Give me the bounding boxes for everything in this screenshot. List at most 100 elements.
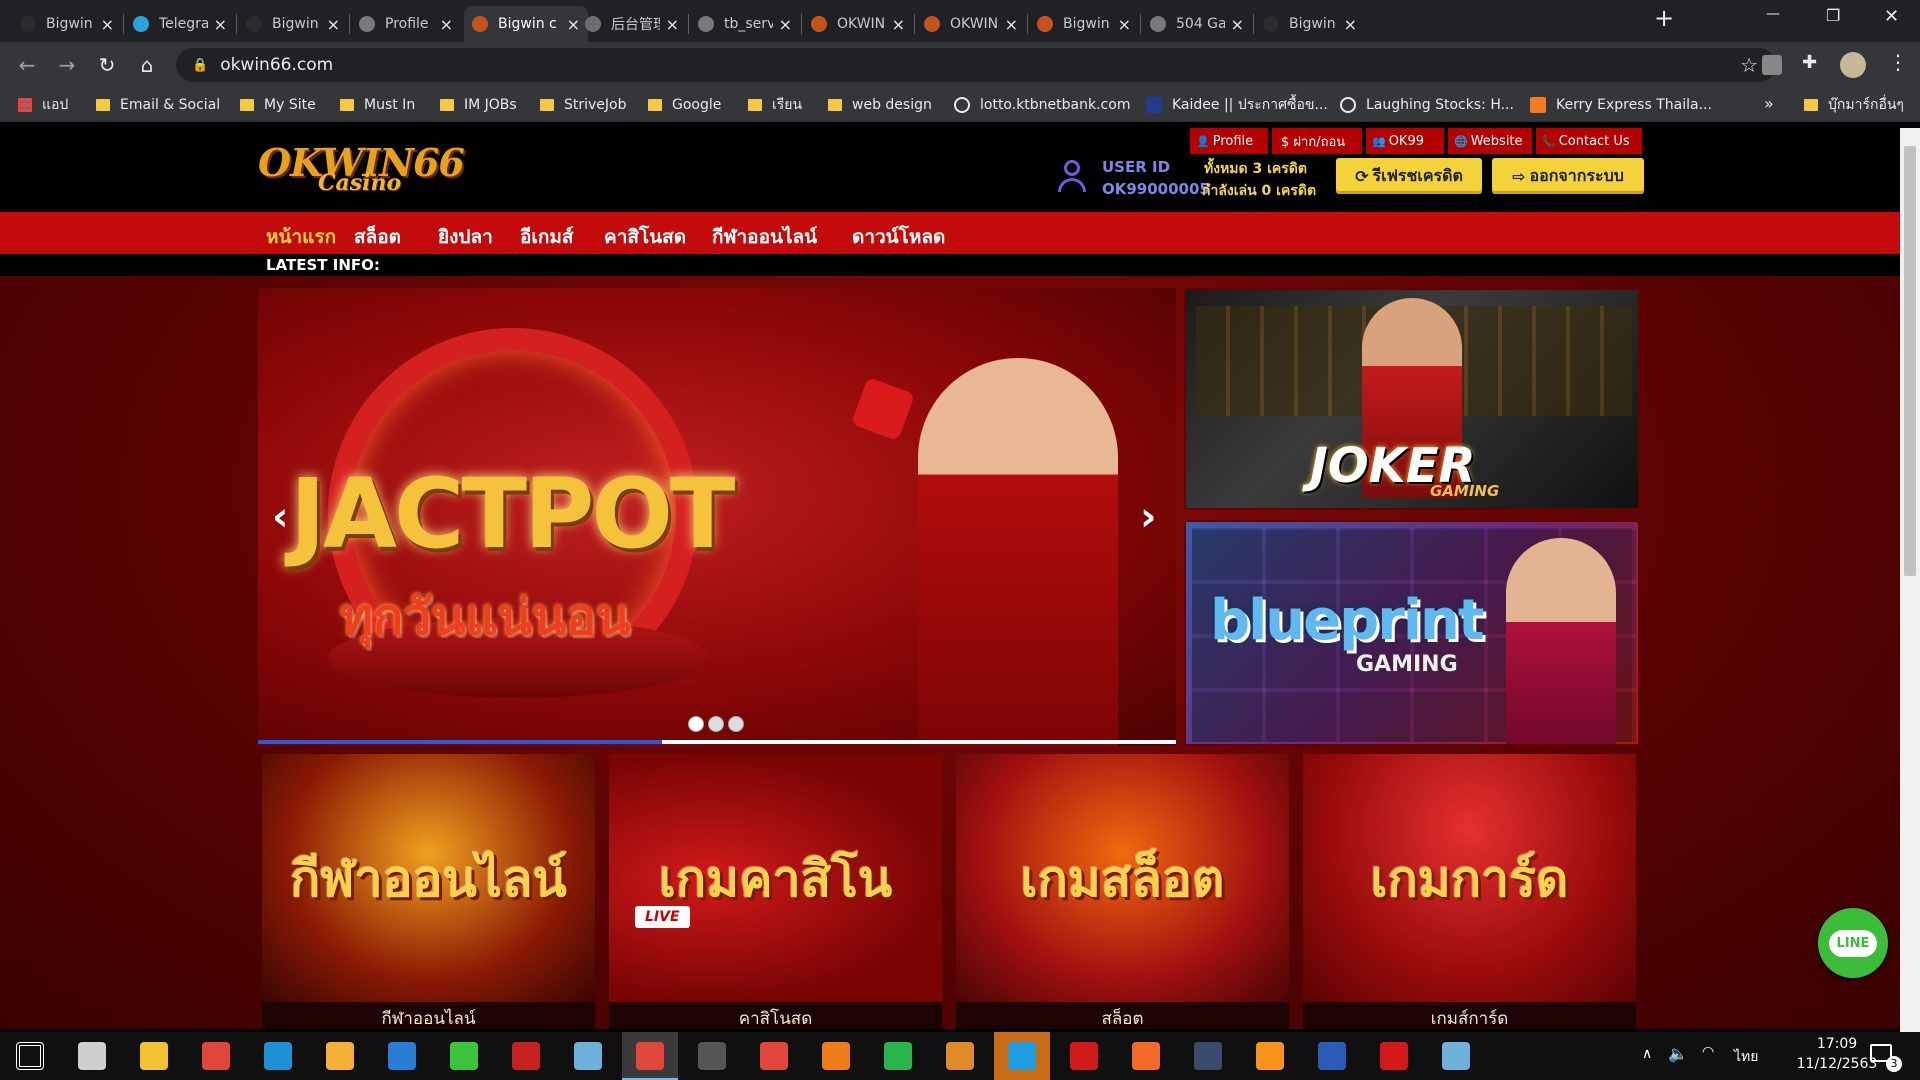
bookmark-item[interactable]: lotto.ktbnetbank.com [954, 94, 1130, 116]
filezilla-icon[interactable] [512, 1042, 540, 1070]
app-green-icon[interactable] [884, 1042, 912, 1070]
refresh-credit-button[interactable]: ⟳ รีเฟรชเครดิต [1336, 158, 1482, 194]
browser-tab[interactable]: 504 Gat × [1142, 6, 1252, 42]
opera-icon[interactable] [1070, 1042, 1098, 1070]
bookmark-item[interactable]: IM JOBs [440, 94, 517, 116]
bookmark-item[interactable]: StriveJob [540, 94, 627, 116]
tab-close-icon[interactable]: × [1344, 15, 1357, 34]
address-bar[interactable]: 🔒 okwin66.com ☆ [176, 48, 1776, 82]
extension-icon[interactable] [1762, 55, 1782, 75]
nav-item[interactable]: ยิงปลา [438, 222, 493, 252]
word-icon[interactable] [1318, 1042, 1346, 1070]
nav-item[interactable]: อีเกมส์ [520, 222, 574, 252]
home-icon[interactable]: ⌂ [134, 52, 160, 78]
browser-tab[interactable]: Profile × [351, 6, 461, 42]
slider-dot[interactable] [708, 716, 724, 732]
game-card[interactable]: เกมการ์ด เกมส์การ์ด [1303, 754, 1636, 1029]
browser-tab[interactable]: OKWIN × [803, 6, 913, 42]
reload-icon[interactable]: ↻ [94, 52, 120, 78]
bookmarks-overflow-button[interactable]: » [1764, 94, 1774, 113]
chrome-2-icon[interactable] [760, 1042, 788, 1070]
bookmark-item[interactable]: web design [828, 94, 932, 116]
bookmark-star-icon[interactable]: ☆ [1740, 53, 1758, 77]
top-link[interactable]: $ ฝาก/ถอน [1272, 128, 1362, 154]
chrome-icon[interactable] [636, 1042, 664, 1070]
nav-item[interactable]: ดาวน์โหลด [852, 222, 945, 252]
close-window-button[interactable]: ✕ [1884, 6, 1899, 27]
browser-tab[interactable]: Bigwin c× [464, 6, 588, 42]
notes-icon[interactable] [574, 1042, 602, 1070]
file-explorer-icon[interactable] [140, 1042, 168, 1070]
bookmark-item[interactable]: Laughing Stocks: H... [1340, 94, 1514, 116]
app-cube-icon[interactable] [1194, 1042, 1222, 1070]
new-tab-button[interactable]: + [1650, 4, 1678, 32]
bookmark-item[interactable]: Email & Social [96, 94, 220, 116]
edge-icon[interactable] [264, 1042, 292, 1070]
line-chat-button[interactable]: LINE [1818, 908, 1888, 978]
input-language[interactable]: ไทย [1734, 1046, 1758, 1068]
top-link[interactable]: 👤 Profile [1190, 128, 1268, 154]
start-icon[interactable] [16, 1042, 44, 1070]
browser-tab[interactable]: Bigwin E × [12, 6, 122, 42]
paint-icon[interactable] [946, 1042, 974, 1070]
slider-dot[interactable] [728, 716, 744, 732]
minimize-button[interactable]: — [1766, 6, 1780, 22]
tab-close-icon[interactable]: × [1118, 15, 1131, 34]
game-card[interactable]: เกมสล็อต สล็อต [956, 754, 1289, 1029]
nav-item[interactable]: หน้าแรก [266, 222, 336, 252]
tab-close-icon[interactable]: × [440, 15, 453, 34]
other-bookmarks[interactable]: บุ๊กมาร์กอื่นๆ [1804, 94, 1904, 116]
browser-tab[interactable]: Bigwin c× [1029, 6, 1139, 42]
tab-close-icon[interactable]: × [1005, 15, 1018, 34]
nav-item[interactable]: กีฬาออนไลน์ [712, 222, 817, 252]
volume-icon[interactable]: 🔈 [1668, 1044, 1688, 1063]
bookmark-item[interactable]: Kaidee || ประกาศซื้อข... [1146, 94, 1328, 116]
browser-tab[interactable]: tb_servic × [690, 6, 800, 42]
tray-chevron-icon[interactable]: ∧ [1642, 1046, 1652, 1062]
pdf-icon[interactable] [1380, 1042, 1408, 1070]
tab-close-icon[interactable]: × [214, 15, 227, 34]
firefox-icon[interactable] [822, 1042, 850, 1070]
page-scrollbar[interactable] [1900, 128, 1920, 1032]
skype-icon[interactable] [1008, 1042, 1036, 1070]
nav-item[interactable]: คาสิโนสด [604, 222, 686, 252]
wifi-icon[interactable]: ◠ [1702, 1044, 1714, 1060]
logout-button[interactable]: ⇨ ออกจากระบบ [1492, 158, 1644, 194]
bookmark-item[interactable]: Google [648, 94, 721, 116]
clock-time[interactable]: 17:09 [1794, 1036, 1880, 1052]
slider-dot[interactable] [688, 716, 704, 732]
tab-close-icon[interactable]: × [327, 15, 340, 34]
tab-close-icon[interactable]: × [1231, 15, 1244, 34]
tab-close-icon[interactable]: × [101, 15, 114, 34]
game-card[interactable]: เกมคาสิโน LIVE คาสิโนสด [609, 754, 942, 1029]
vscode-icon[interactable] [388, 1042, 416, 1070]
slider-prev-button[interactable]: ‹ [272, 494, 288, 540]
clock-date[interactable]: 11/12/2563 [1794, 1056, 1880, 1072]
slider-next-button[interactable]: › [1140, 494, 1156, 540]
app-orange-icon[interactable] [1132, 1042, 1160, 1070]
tab-close-icon[interactable]: × [779, 15, 792, 34]
top-link[interactable]: 🌐 Website [1448, 128, 1532, 154]
site-logo[interactable]: OKWIN66 Casino [258, 140, 465, 200]
store-icon[interactable] [326, 1042, 354, 1070]
bookmark-item[interactable]: Kerry Express Thaila... [1530, 94, 1712, 116]
top-link[interactable]: 📞 Contact Us [1536, 128, 1642, 154]
bookmark-item[interactable]: Must In [340, 94, 415, 116]
restore-button[interactable]: ❐ [1826, 6, 1840, 25]
browser-tab[interactable]: Telegran × [125, 6, 235, 42]
menu-kebab-icon[interactable]: ⋮ [1888, 50, 1908, 74]
bookmark-item[interactable]: แอป [18, 94, 68, 116]
notes-2-icon[interactable] [1442, 1042, 1470, 1070]
game-card[interactable]: กีฬาออนไลน์ กีฬาออนไลน์ [262, 754, 595, 1029]
hero-slider[interactable]: JACTPOT ทุกวันแน่นอน ‹ › [258, 288, 1176, 746]
tab-close-icon[interactable]: × [666, 15, 679, 34]
banner-blueprint-gaming[interactable]: blueprint GAMING [1184, 520, 1640, 746]
line-icon[interactable] [450, 1042, 478, 1070]
tab-close-icon[interactable]: × [892, 15, 905, 34]
top-link[interactable]: 👥 OK99 [1366, 128, 1444, 154]
bookmark-item[interactable]: เรียน [748, 94, 802, 116]
browser-tab[interactable]: Bigwin E × [1255, 6, 1365, 42]
back-icon[interactable]: ← [14, 52, 40, 78]
browser-tab[interactable]: Bigwin B × [238, 6, 348, 42]
bookmark-item[interactable]: My Site [240, 94, 316, 116]
